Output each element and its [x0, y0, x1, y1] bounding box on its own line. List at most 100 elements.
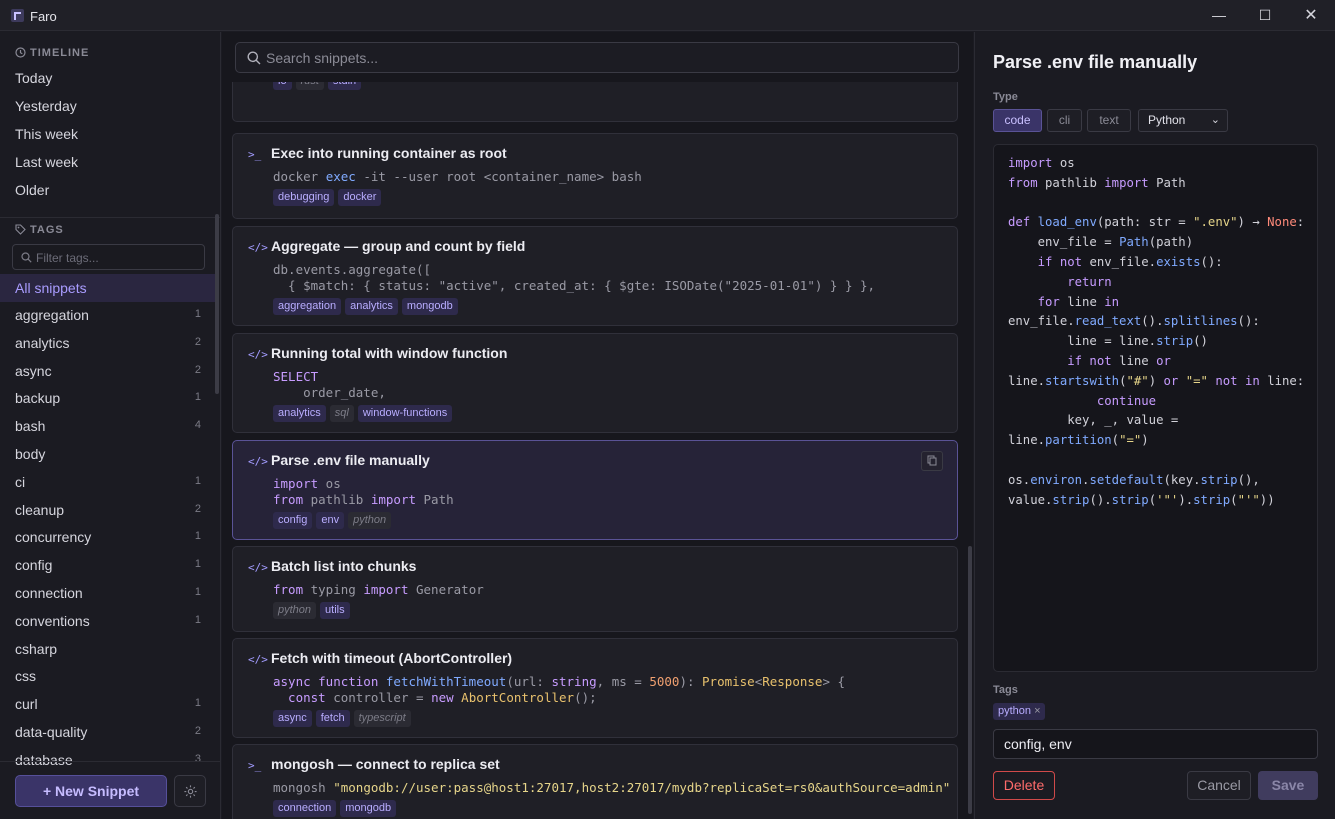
sidebar-tag-body[interactable]: body [0, 441, 215, 469]
sidebar-tag-data-quality[interactable]: data-quality 2 [0, 719, 215, 747]
tag-chip[interactable]: analytics [273, 405, 326, 422]
tag-chip[interactable]: window-functions [357, 405, 453, 422]
maximize-button[interactable]: ☐ [1242, 0, 1288, 31]
timeline-item-older[interactable]: Older [15, 182, 49, 198]
new-snippet-button[interactable]: + New Snippet [15, 775, 167, 807]
code-icon: </> [248, 561, 268, 574]
snippet-cards: use std::io::{self, BufRead};ioruststdin… [222, 82, 973, 819]
sidebar-tag-aggregation[interactable]: aggregation 1 [0, 302, 215, 330]
remove-tag-icon[interactable]: × [1034, 705, 1040, 717]
search-icon [21, 252, 32, 263]
language-badge[interactable]: python [273, 602, 317, 619]
type-text-button[interactable]: text [1087, 109, 1131, 132]
settings-button[interactable] [174, 775, 206, 807]
sidebar-tag-analytics[interactable]: analytics 2 [0, 330, 215, 358]
tag-chip[interactable]: analytics [345, 298, 398, 315]
sidebar-tag-conventions[interactable]: conventions 1 [0, 608, 215, 636]
snippet-card[interactable]: </> Aggregate — group and count by field d… [232, 226, 958, 326]
snippet-card[interactable]: >_ Exec into running container as root doc… [232, 133, 958, 219]
code-token: : [1296, 215, 1305, 230]
code-token: pathlib [1037, 175, 1105, 190]
sidebar-tag-label: conventions [15, 612, 90, 629]
cancel-button[interactable]: Cancel [1187, 771, 1251, 800]
code-content[interactable]: import os from pathlib import Path def lo… [1008, 154, 1304, 510]
code-token: : [536, 674, 552, 689]
code-token: strip [1200, 472, 1238, 487]
code-token: for [1008, 294, 1068, 309]
all-snippets-label: All snippets [15, 280, 87, 296]
language-badge[interactable]: rust [295, 82, 324, 90]
language-select[interactable]: Python ⌄ [1138, 109, 1228, 132]
code-token: controller = [333, 690, 432, 705]
code-token: (): [1237, 314, 1260, 329]
save-button[interactable]: Save [1258, 771, 1318, 800]
sidebar-tag-cleanup[interactable]: cleanup 2 [0, 497, 215, 525]
tag-chip[interactable]: env [316, 512, 345, 529]
sidebar-tag-count: 1 [194, 697, 201, 710]
type-code-button[interactable]: code [993, 109, 1042, 132]
timeline-item-yesterday[interactable]: Yesterday [15, 98, 77, 114]
copy-button[interactable] [921, 451, 943, 471]
tag-chip[interactable]: docker [338, 189, 382, 206]
type-cli-button[interactable]: cli [1047, 109, 1082, 132]
list-scrollbar[interactable] [968, 546, 972, 814]
all-snippets-item[interactable]: All snippets [0, 274, 215, 302]
timeline-item-this-week[interactable]: This week [15, 126, 78, 142]
tag-chip[interactable]: debugging [273, 189, 335, 206]
code-icon: </> [248, 241, 268, 254]
tag-chip[interactable]: mongodb [340, 800, 397, 817]
sidebar-scrollbar[interactable] [215, 214, 219, 394]
language-badge[interactable]: typescript [353, 710, 411, 727]
tag-chip[interactable]: mongodb [401, 298, 458, 315]
plus-icon: + [42, 783, 56, 799]
snippet-card[interactable]: </> Batch list into chunks from typing imp… [232, 546, 958, 632]
tag-chip[interactable]: config [273, 512, 313, 529]
tag-chip[interactable]: fetch [315, 710, 350, 727]
tag-chip[interactable]: connection [273, 800, 337, 817]
sidebar-tag-bash[interactable]: bash 4 [0, 413, 215, 441]
search-field[interactable] [235, 42, 959, 73]
chevron-down-icon: ⌄ [1210, 114, 1220, 126]
snippet-card[interactable]: </> Fetch with timeout (AbortController) a… [232, 638, 958, 738]
code-token: strip [1111, 492, 1149, 507]
code-token: string [551, 674, 597, 689]
code-token: (): [1200, 254, 1223, 269]
sidebar-tag-curl[interactable]: curl 1 [0, 691, 215, 719]
language-badge[interactable]: sql [329, 405, 354, 422]
delete-button[interactable]: Delete [993, 771, 1055, 800]
timeline-item-last-week[interactable]: Last week [15, 154, 78, 170]
sidebar-tag-async[interactable]: async 2 [0, 358, 215, 386]
close-button[interactable]: ✕ [1288, 0, 1334, 31]
snippet-card[interactable]: </> Parse .env file manually import os from… [232, 440, 958, 540]
detail-title[interactable]: Parse .env file manually [993, 52, 1197, 73]
sidebar-tag-label: data-quality [15, 724, 88, 740]
tag-chip[interactable]: aggregation [273, 298, 342, 315]
sidebar-tag-backup[interactable]: backup 1 [0, 385, 215, 413]
code-line: os.environ.setdefault(key.strip(), [1008, 471, 1304, 491]
sidebar-tag-ci[interactable]: ci 1 [0, 469, 215, 497]
tag-filter-input[interactable] [36, 249, 196, 266]
sidebar-tag-label: css [15, 668, 36, 685]
tag-chip[interactable]: stdin [327, 82, 362, 90]
snippet-card[interactable]: >_ mongosh — connect to replica set mongos… [232, 744, 958, 819]
tag-chip[interactable]: utils [320, 602, 350, 619]
sidebar-tag-css[interactable]: css [0, 663, 215, 691]
timeline-item-today[interactable]: Today [15, 70, 52, 86]
sidebar-tag-csharp[interactable]: csharp [0, 636, 215, 664]
tag-filter-field[interactable] [12, 244, 205, 270]
tags-input[interactable]: config, env [993, 729, 1318, 759]
sidebar-tag-concurrency[interactable]: concurrency 1 [0, 524, 215, 552]
snippet-card[interactable]: use std::io::{self, BufRead};ioruststdin [232, 82, 958, 122]
search-input[interactable] [266, 48, 946, 68]
code-token: strip [1193, 492, 1231, 507]
snippet-card[interactable]: </> Running total with window function SEL… [232, 333, 958, 433]
sidebar-tag-label: analytics [15, 334, 70, 351]
minimize-button[interactable]: — [1196, 0, 1242, 31]
language-badge[interactable]: python [348, 512, 392, 529]
sidebar-tag-config[interactable]: config 1 [0, 552, 215, 580]
tag-chip[interactable]: async [273, 710, 312, 727]
sidebar-tag-connection[interactable]: connection 1 [0, 580, 215, 608]
tag-chip[interactable]: io [273, 82, 292, 90]
maximize-icon: ☐ [1258, 7, 1272, 23]
code-editor[interactable]: import os from pathlib import Path def lo… [993, 144, 1318, 672]
